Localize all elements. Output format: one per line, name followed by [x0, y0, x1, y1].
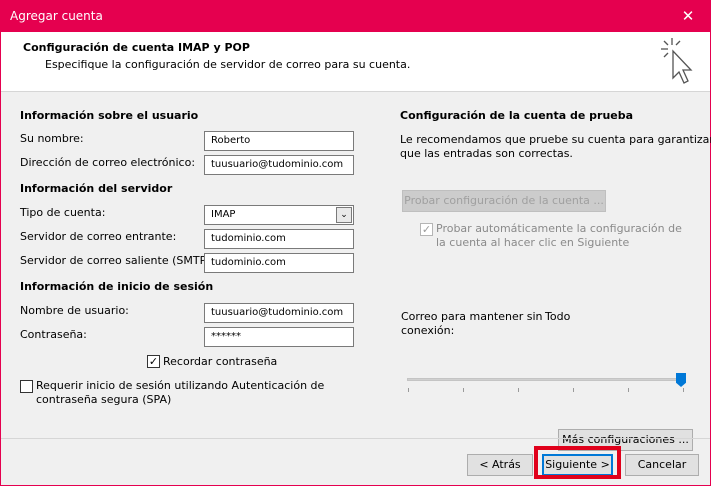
chevron-down-icon[interactable]: ⌄ — [336, 207, 352, 223]
account-type-select[interactable]: IMAP ⌄ — [204, 205, 354, 225]
email-field[interactable]: tuusuario@tudominio.com — [204, 155, 354, 175]
username-field[interactable]: tuusuario@tudominio.com — [204, 303, 354, 323]
dialog-header: Configuración de cuenta IMAP y POP Espec… — [1, 32, 710, 92]
user-info-heading: Información sobre el usuario — [20, 109, 199, 122]
test-desc-line1: Le recomendamos que pruebe su cuenta par… — [400, 133, 711, 146]
cancel-button[interactable]: Cancelar — [625, 454, 699, 476]
slider-tick — [408, 388, 409, 392]
server-info-heading: Información del servidor — [20, 182, 173, 195]
window-title: Agregar cuenta — [10, 9, 103, 23]
slider-tick — [518, 388, 519, 392]
test-desc-line2: que las entradas son correctas. — [400, 147, 573, 160]
password-label: Contraseña: — [20, 328, 87, 341]
settings-panel: Información sobre el usuario Su nombre: … — [5, 95, 711, 451]
test-account-button[interactable]: Probar configuración de la cuenta ... — [402, 190, 606, 212]
offline-value: Todo — [545, 310, 571, 323]
offline-label-line1: Correo para mantener sin — [401, 310, 543, 323]
slider-tick — [463, 388, 464, 392]
slider-thumb[interactable] — [676, 373, 686, 387]
spa-checkbox[interactable] — [20, 380, 33, 393]
back-button[interactable]: < Atrás — [467, 454, 533, 476]
login-info-heading: Información de inicio de sesión — [20, 280, 214, 293]
email-label: Dirección de correo electrónico: — [20, 156, 196, 169]
cursor-click-icon — [661, 38, 693, 84]
spa-label-line1: Requerir inicio de sesión utilizando Aut… — [36, 379, 325, 392]
outgoing-server-field[interactable]: tudominio.com — [204, 253, 354, 273]
close-icon[interactable]: ✕ — [665, 0, 711, 32]
password-field[interactable]: ****** — [204, 327, 354, 347]
header-subtitle: Especifique la configuración de servidor… — [45, 58, 411, 71]
offline-label-line2: conexión: — [401, 324, 455, 337]
auto-test-label-line2: la cuenta al hacer clic en Siguiente — [436, 236, 630, 249]
auto-test-label-line1: Probar automáticamente la configuración … — [436, 222, 682, 235]
slider-track — [407, 378, 685, 381]
incoming-server-field[interactable]: tudominio.com — [204, 229, 354, 249]
slider-tick — [573, 388, 574, 392]
account-type-label: Tipo de cuenta: — [20, 206, 106, 219]
incoming-server-label: Servidor de correo entrante: — [20, 230, 177, 243]
username-label: Nombre de usuario: — [20, 304, 129, 317]
title-bar: Agregar cuenta ✕ — [0, 0, 711, 32]
outgoing-server-label: Servidor de correo saliente (SMTP): — [20, 254, 215, 267]
offline-slider[interactable] — [407, 372, 692, 396]
auto-test-checkbox[interactable]: ✓ — [420, 223, 433, 236]
footer-divider — [1, 438, 710, 439]
remember-password-label: Recordar contraseña — [163, 355, 278, 368]
slider-tick — [683, 388, 684, 392]
name-field[interactable]: Roberto — [204, 131, 354, 151]
dialog-window: Configuración de cuenta IMAP y POP Espec… — [0, 32, 711, 486]
name-label: Su nombre: — [20, 132, 84, 145]
next-button-highlight — [534, 446, 621, 479]
slider-tick — [628, 388, 629, 392]
remember-password-checkbox[interactable]: ✓ — [147, 355, 160, 368]
header-title: Configuración de cuenta IMAP y POP — [23, 41, 250, 54]
spa-label-line2: contraseña segura (SPA) — [36, 393, 172, 406]
test-settings-heading: Configuración de la cuenta de prueba — [400, 109, 634, 122]
account-type-value: IMAP — [211, 209, 236, 220]
